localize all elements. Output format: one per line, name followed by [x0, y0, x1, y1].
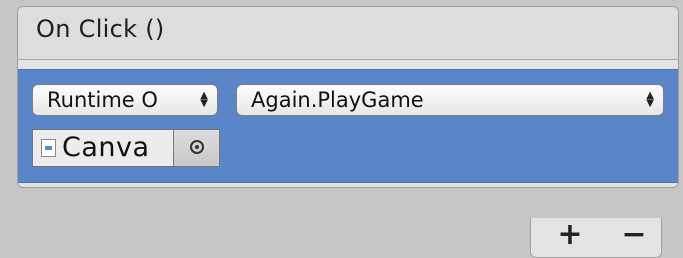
remove-listener-button[interactable]: − — [609, 220, 659, 250]
function-dropdown[interactable]: Again.PlayGame ▲ ▼ — [236, 84, 664, 116]
target-object-name: Canva — [62, 132, 150, 163]
function-label: Again.PlayGame — [251, 88, 424, 112]
script-icon — [41, 139, 56, 157]
runtime-mode-dropdown[interactable]: Runtime O ▲ ▼ — [32, 84, 218, 116]
up-down-arrows-icon: ▲ ▼ — [200, 90, 208, 109]
event-panel: On Click () Runtime O ▲ ▼ Again.PlayGame … — [17, 6, 679, 188]
up-down-arrows-icon: ▲ ▼ — [646, 90, 654, 109]
add-listener-button[interactable]: + — [545, 220, 595, 250]
listener-row-selected[interactable]: Runtime O ▲ ▼ Again.PlayGame ▲ ▼ Canva — [18, 69, 678, 183]
listener-footer: + − — [530, 218, 662, 258]
object-picker-button[interactable] — [173, 130, 219, 166]
object-picker-icon — [190, 140, 204, 154]
runtime-mode-label: Runtime O — [47, 88, 158, 112]
target-object-field[interactable]: Canva — [32, 129, 220, 167]
event-title: On Click () — [36, 15, 165, 43]
event-header: On Click () — [18, 7, 678, 60]
